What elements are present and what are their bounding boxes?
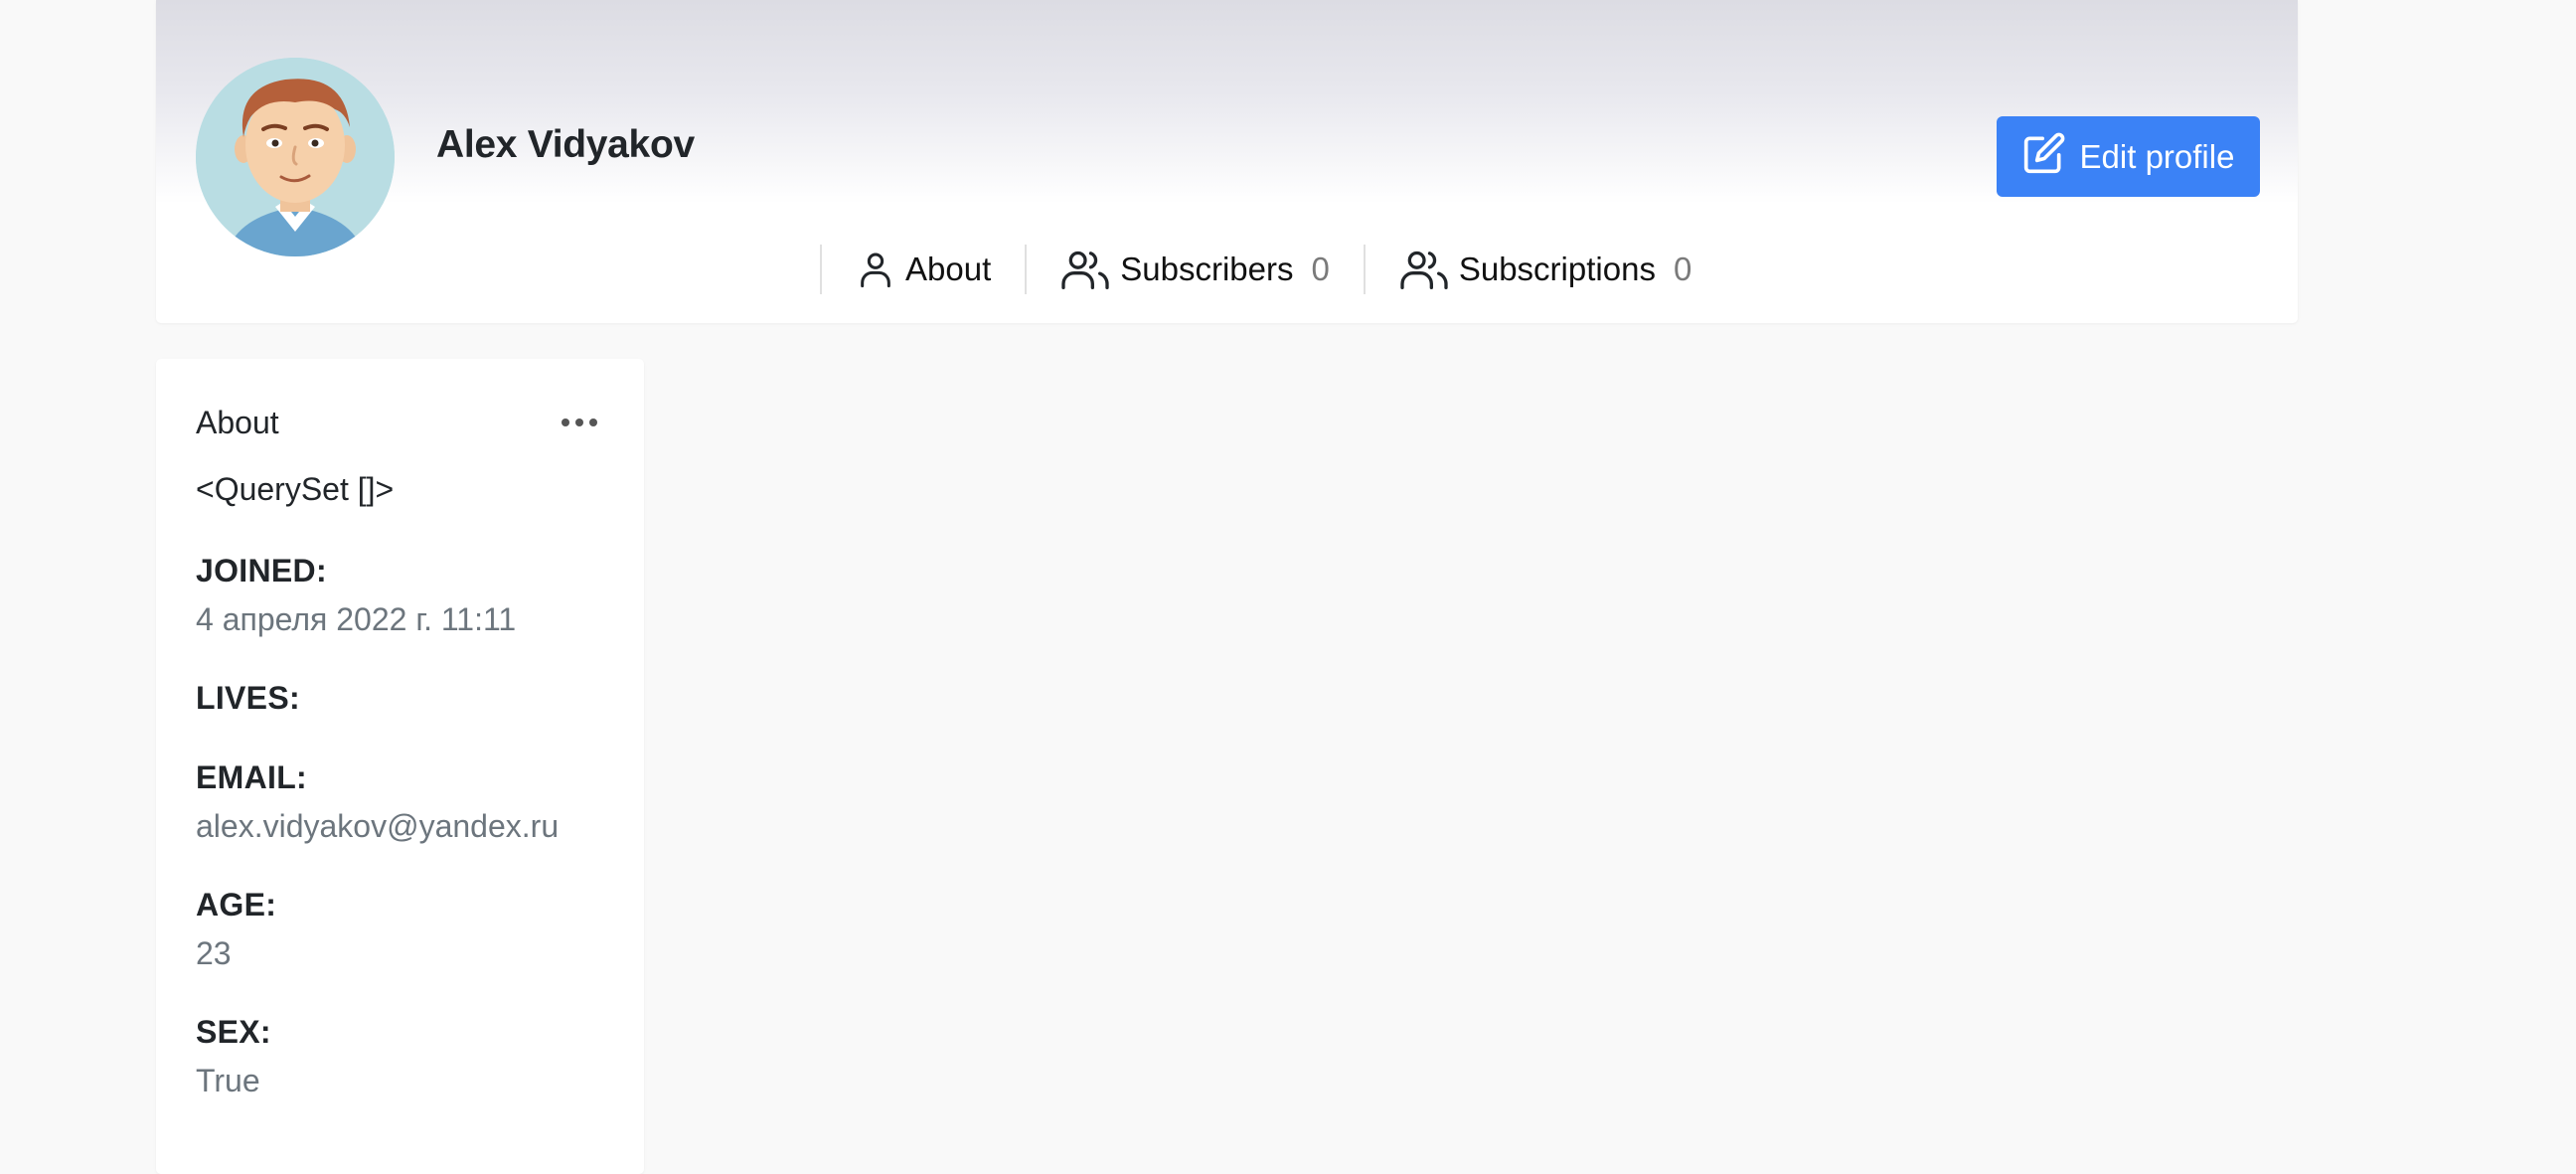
avatar[interactable] bbox=[196, 58, 395, 256]
more-options-button[interactable] bbox=[558, 409, 601, 438]
tab-subscribers-label: Subscribers bbox=[1120, 251, 1294, 287]
tab-about-label: About bbox=[905, 251, 992, 287]
profile-header-card: Alex Vidyakov Edit profile About Subscri… bbox=[156, 0, 2298, 323]
about-card: About <QuerySet []> JOINED: 4 апреля 202… bbox=[156, 359, 644, 1174]
field-lives: LIVES: bbox=[196, 680, 300, 729]
about-title: About bbox=[196, 405, 279, 440]
users-icon bbox=[1060, 248, 1110, 291]
edit-profile-label: Edit profile bbox=[2079, 137, 2235, 175]
field-value: 4 апреля 2022 г. 11:11 bbox=[196, 601, 517, 637]
profile-name: Alex Vidyakov bbox=[436, 123, 695, 166]
subscribers-count: 0 bbox=[1311, 251, 1330, 287]
field-label: AGE: bbox=[196, 887, 277, 922]
tab-subscriptions[interactable]: Subscriptions 0 bbox=[1363, 245, 1725, 294]
edit-profile-button[interactable]: Edit profile bbox=[1997, 116, 2260, 197]
users-icon bbox=[1399, 248, 1449, 291]
field-value: 23 bbox=[196, 935, 232, 971]
field-label: SEX: bbox=[196, 1014, 271, 1050]
field-joined: JOINED: 4 апреля 2022 г. 11:11 bbox=[196, 553, 516, 638]
field-email: EMAIL: alex.vidyakov@yandex.ru bbox=[196, 759, 559, 845]
subscriptions-count: 0 bbox=[1673, 251, 1692, 287]
field-age: AGE: 23 bbox=[196, 887, 276, 972]
field-label: EMAIL: bbox=[196, 759, 308, 795]
edit-icon bbox=[2022, 131, 2066, 183]
tab-subscriptions-label: Subscriptions bbox=[1458, 251, 1656, 287]
user-icon bbox=[856, 248, 895, 291]
field-value: alex.vidyakov@yandex.ru bbox=[196, 808, 560, 844]
profile-tabs: About Subscribers 0 Subscriptions 0 bbox=[820, 245, 1725, 294]
field-label: LIVES: bbox=[196, 680, 300, 716]
about-text: <QuerySet []> bbox=[196, 471, 395, 507]
field-label: JOINED: bbox=[196, 553, 327, 588]
field-value: True bbox=[196, 1063, 260, 1098]
profile-cover bbox=[156, 0, 2298, 204]
tab-subscribers[interactable]: Subscribers 0 bbox=[1025, 245, 1364, 294]
tab-about[interactable]: About bbox=[820, 245, 1025, 294]
field-sex: SEX: True bbox=[196, 1014, 271, 1099]
more-horizontal-icon bbox=[561, 415, 598, 432]
